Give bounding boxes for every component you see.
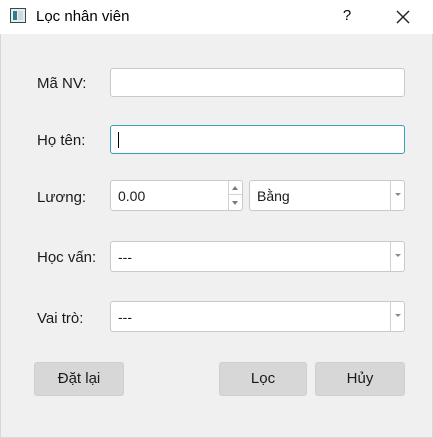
window-title: Lọc nhân viên bbox=[36, 8, 130, 25]
salary-label: Lương: bbox=[37, 189, 87, 206]
cancel-button[interactable]: Hủy bbox=[315, 362, 405, 396]
salary-operator-value: Bằng bbox=[257, 188, 290, 204]
close-button[interactable] bbox=[392, 6, 414, 28]
chevron-down-icon bbox=[395, 254, 401, 257]
dropdown-button[interactable] bbox=[390, 181, 404, 210]
dialog-body: Mã NV: Họ tên: Lương: 0.00 Bằng Học vấn:… bbox=[0, 34, 433, 438]
education-label: Học vấn: bbox=[37, 249, 97, 266]
reset-button[interactable]: Đặt lại bbox=[34, 362, 124, 396]
salary-operator-select[interactable]: Bằng bbox=[249, 180, 405, 211]
chevron-down-icon bbox=[395, 314, 401, 317]
employee-id-label: Mã NV: bbox=[37, 75, 87, 92]
full-name-label: Họ tên: bbox=[37, 132, 86, 149]
filter-button[interactable]: Lọc bbox=[219, 362, 307, 396]
app-icon bbox=[10, 8, 26, 23]
text-caret bbox=[118, 132, 119, 148]
salary-value: 0.00 bbox=[118, 188, 146, 204]
arrow-up-icon bbox=[232, 186, 238, 190]
salary-spinbox[interactable]: 0.00 bbox=[110, 180, 243, 211]
chevron-down-icon bbox=[395, 193, 401, 196]
salary-spin-buttons bbox=[228, 181, 242, 210]
education-select[interactable]: --- bbox=[110, 241, 405, 272]
title-bar: Lọc nhân viên ? bbox=[0, 0, 433, 34]
role-select[interactable]: --- bbox=[110, 301, 405, 332]
spin-down-button[interactable] bbox=[229, 196, 242, 210]
dropdown-button[interactable] bbox=[390, 242, 404, 271]
arrow-down-icon bbox=[232, 201, 238, 205]
close-icon bbox=[396, 10, 410, 24]
full-name-input[interactable] bbox=[110, 125, 405, 154]
role-label: Vai trò: bbox=[37, 310, 84, 327]
employee-id-input[interactable] bbox=[110, 68, 405, 97]
dropdown-button[interactable] bbox=[390, 302, 404, 331]
role-value: --- bbox=[118, 309, 132, 325]
education-value: --- bbox=[118, 249, 132, 265]
spin-up-button[interactable] bbox=[229, 181, 242, 195]
help-button[interactable]: ? bbox=[340, 6, 354, 26]
